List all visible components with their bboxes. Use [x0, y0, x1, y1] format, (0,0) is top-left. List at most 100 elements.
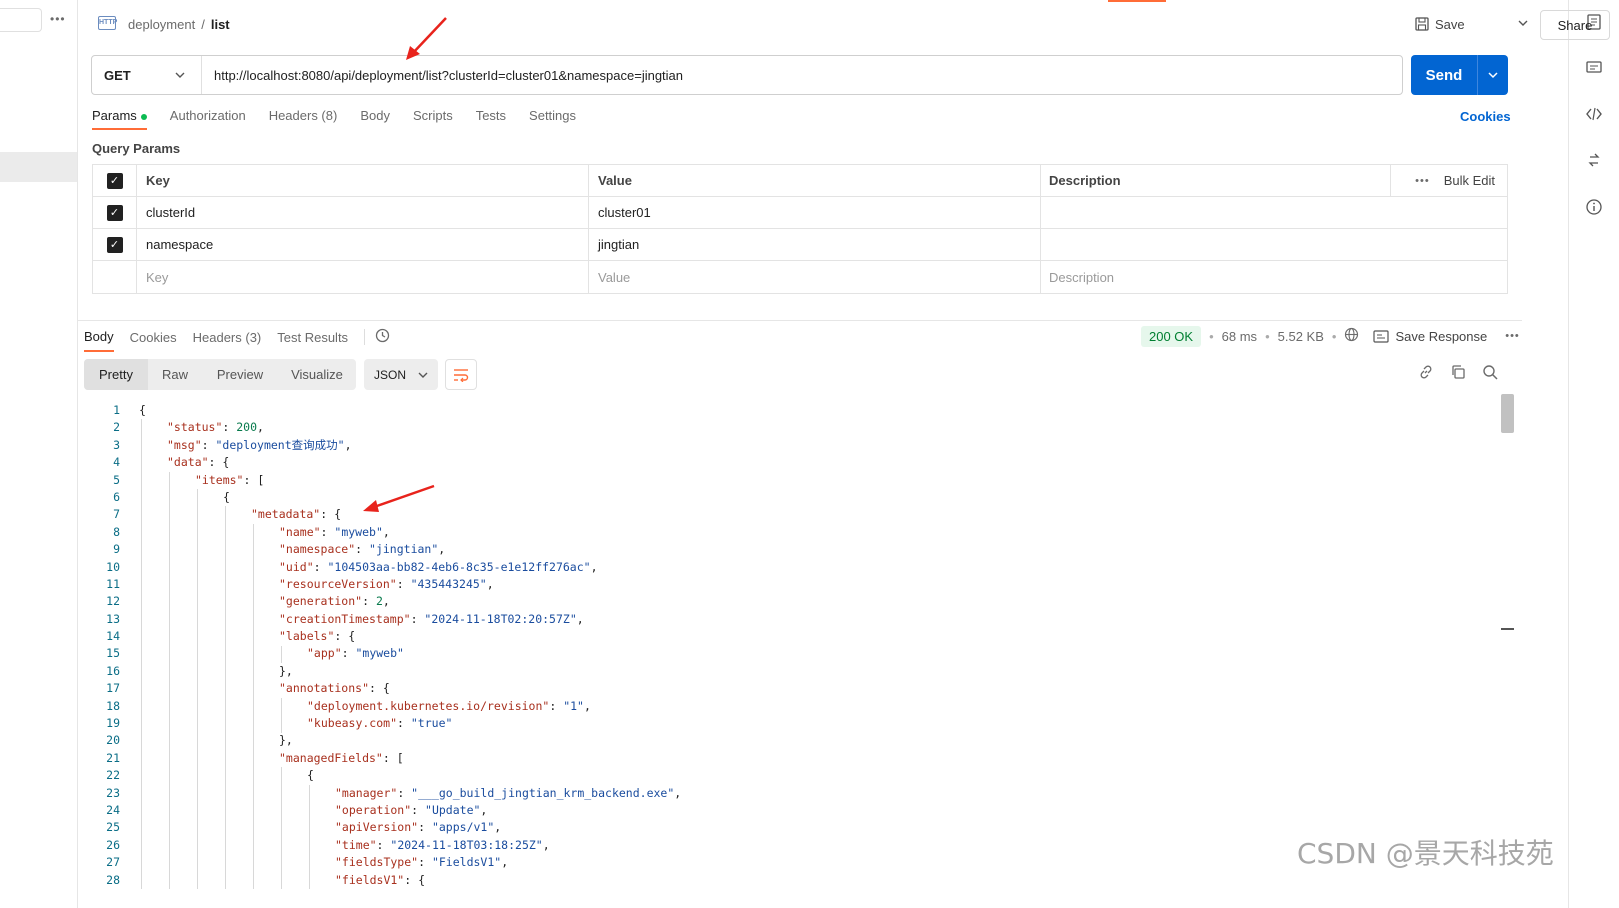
code-text: {	[307, 768, 314, 783]
breadcrumb-parent[interactable]: deployment	[128, 17, 195, 32]
more-options-icon[interactable]: •••	[1415, 175, 1430, 187]
history-icon[interactable]	[375, 328, 390, 346]
related-collections-icon[interactable]	[1584, 152, 1604, 172]
tab-tests[interactable]: Tests	[476, 108, 506, 130]
response-body-viewer[interactable]: 1{2 "status": 200, 3 "msg": "deployment查询成功…	[84, 394, 1500, 908]
status-badge[interactable]: 200 OK	[1141, 325, 1202, 347]
new-description-input[interactable]: Description	[1041, 261, 1507, 293]
code-text: "annotations": {	[279, 681, 390, 696]
code-line: 27 "fieldsType": "FieldsV1",	[84, 854, 1500, 871]
copy-icon[interactable]	[1450, 364, 1466, 384]
code-line: 15 "app": "myweb"	[84, 645, 1500, 662]
tab-params[interactable]: Params	[92, 108, 147, 130]
line-number: 26	[106, 837, 120, 852]
url-input[interactable]: http://localhost:8080/api/deployment/lis…	[202, 56, 1402, 94]
sidebar-selected-item[interactable]	[0, 152, 77, 182]
tab-authorization[interactable]: Authorization	[170, 108, 246, 130]
line-number: 11	[106, 576, 120, 591]
method-select[interactable]: GET	[92, 56, 202, 94]
send-button[interactable]: Send	[1411, 55, 1508, 95]
line-number: 23	[106, 785, 120, 800]
globe-icon[interactable]	[1344, 327, 1359, 345]
row-checkbox[interactable]: ✓	[106, 204, 123, 221]
sidebar-more-icon[interactable]: •••	[50, 12, 66, 26]
line-number: 12	[106, 594, 120, 609]
indent-guide	[281, 767, 282, 890]
share-button[interactable]: Share	[1540, 10, 1610, 40]
param-description-input[interactable]	[1041, 229, 1507, 260]
param-description-input[interactable]	[1041, 197, 1507, 228]
tab-scripts[interactable]: Scripts	[413, 108, 453, 130]
line-number: 7	[113, 507, 120, 522]
code-line: 6{	[84, 489, 1500, 506]
wrap-lines-icon[interactable]	[445, 359, 477, 390]
code-icon[interactable]	[1584, 106, 1604, 126]
code-line: 11 "resourceVersion": "435443245",	[84, 576, 1500, 593]
chevron-down-icon	[418, 372, 428, 378]
code-text: "data": {	[167, 455, 230, 470]
scrollbar-marker	[1501, 628, 1514, 630]
code-text: "items": [	[195, 472, 265, 487]
code-text: {	[139, 403, 146, 417]
save-button[interactable]: Save	[1415, 10, 1465, 38]
line-number: 14	[106, 629, 120, 644]
new-key-input[interactable]: Key	[137, 261, 589, 293]
code-line: 25 "apiVersion": "apps/v1",	[84, 819, 1500, 836]
comments-icon[interactable]	[1584, 60, 1604, 80]
collections-sidebar: •••	[0, 0, 78, 908]
select-all-checkbox[interactable]: ✓	[106, 172, 123, 189]
code-line: 26 "time": "2024-11-18T03:18:25Z",	[84, 837, 1500, 854]
response-tab-test-results[interactable]: Test Results	[277, 330, 348, 351]
response-size[interactable]: 5.52 KB	[1278, 329, 1324, 344]
scrollbar-thumb[interactable]	[1501, 394, 1514, 433]
response-more-icon[interactable]: •••	[1505, 330, 1520, 342]
response-tab-body[interactable]: Body	[84, 329, 114, 352]
tab-headers[interactable]: Headers (8)	[269, 108, 338, 130]
code-text: "fieldsType": "FieldsV1",	[335, 855, 509, 870]
tab-body[interactable]: Body	[360, 108, 390, 130]
new-value-input[interactable]: Value	[589, 261, 1041, 293]
params-active-dot	[140, 113, 147, 120]
indent-guide	[253, 523, 254, 890]
link-icon[interactable]	[1418, 364, 1434, 384]
code-line: 23 "manager": "___go_build_jingtian_krm_b…	[84, 785, 1500, 802]
send-options-chevron-down-icon[interactable]	[1478, 55, 1508, 95]
cookies-link[interactable]: Cookies	[1460, 109, 1511, 124]
line-number: 10	[106, 559, 120, 574]
response-time[interactable]: 68 ms	[1222, 329, 1257, 344]
save-response-button[interactable]: Save Response	[1373, 329, 1487, 344]
language-select[interactable]: JSON	[364, 359, 438, 390]
code-line: 14 "labels": {	[84, 628, 1500, 645]
save-options-chevron-down-icon[interactable]	[1518, 16, 1528, 31]
sidebar-search-input[interactable]	[0, 8, 42, 32]
param-value-input[interactable]: jingtian	[589, 229, 1041, 260]
line-number: 19	[106, 716, 120, 731]
code-text: "fieldsV1": {	[335, 872, 426, 887]
bulk-edit-button[interactable]: Bulk Edit	[1444, 173, 1495, 188]
param-value-input[interactable]: cluster01	[589, 197, 1041, 228]
request-response-divider[interactable]	[78, 320, 1522, 321]
response-tab-headers[interactable]: Headers (3)	[193, 330, 262, 351]
tab-settings[interactable]: Settings	[529, 108, 576, 130]
format-raw[interactable]: Raw	[148, 359, 202, 390]
response-format-group: Pretty Raw Preview Visualize	[84, 359, 356, 390]
right-sidebar	[1568, 0, 1619, 908]
search-icon[interactable]	[1482, 364, 1498, 384]
format-visualize[interactable]: Visualize	[278, 359, 356, 390]
param-key-input[interactable]: clusterId	[137, 197, 589, 228]
code-text: "creationTimestamp": "2024-11-18T02:20:5…	[279, 611, 584, 626]
save-response-icon	[1373, 329, 1390, 343]
row-checkbox[interactable]: ✓	[106, 236, 123, 253]
code-text: "app": "myweb"	[307, 646, 404, 661]
info-icon[interactable]	[1584, 199, 1604, 219]
breadcrumb-current[interactable]: list	[211, 17, 230, 32]
format-pretty[interactable]: Pretty	[84, 359, 148, 390]
line-number: 22	[106, 768, 120, 783]
format-preview[interactable]: Preview	[202, 359, 278, 390]
line-number: 27	[106, 855, 120, 870]
param-key-input[interactable]: namespace	[137, 229, 589, 260]
response-tab-cookies[interactable]: Cookies	[130, 330, 177, 351]
table-row: ✓ namespace jingtian	[93, 229, 1507, 261]
column-header-description: Description	[1049, 173, 1121, 188]
watermark: CSDN @景天科技苑	[1297, 837, 1554, 870]
